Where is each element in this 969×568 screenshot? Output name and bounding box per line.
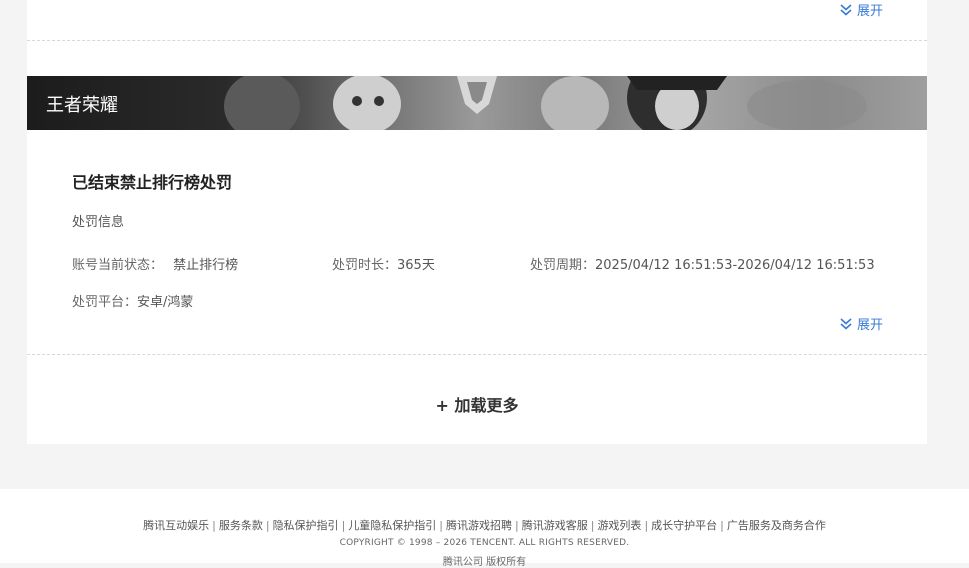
footer-link[interactable]: 成长守护平台 [651, 519, 717, 532]
platform-label: 处罚平台： [72, 295, 138, 310]
footer-link[interactable]: 腾讯游戏客服 [522, 519, 588, 532]
status-label: 账号当前状态： [72, 258, 164, 273]
footer: 腾讯互动娱乐 | 服务条款 | 隐私保护指引 | 儿童隐私保护指引 | 腾讯游戏招聘 | 腾讯游戏客… [0, 489, 969, 568]
divider [27, 354, 927, 355]
account-status-field: 账号当前状态： 禁止排行榜 [72, 254, 238, 273]
footer-link[interactable]: 隐私保护指引 [273, 519, 339, 532]
footer-link[interactable]: 游戏列表 [597, 519, 641, 532]
double-chevron-down-icon [840, 3, 852, 16]
record-expand-button[interactable]: 展开 [839, 314, 883, 333]
punishment-records-card: 展开 王者荣耀 已结束禁止排行榜处罚 处罚信息 账号当前状态： 禁止排行榜 处罚… [27, 0, 927, 444]
game-banner-art [224, 76, 867, 130]
footer-links: 腾讯互动娱乐 | 服务条款 | 隐私保护指引 | 儿童隐私保护指引 | 腾讯游戏招聘 | 腾讯游戏客… [143, 519, 826, 532]
game-title: 王者荣耀 [46, 95, 118, 116]
copyright-text: COPYRIGHT © 1998 – 2026 TENCENT. ALL RIG… [339, 538, 630, 548]
duration-field: 处罚时长：365天 [332, 254, 435, 273]
game-banner: 王者荣耀 [27, 76, 927, 130]
load-more-button[interactable]: + 加载更多 [27, 392, 927, 416]
divider [27, 40, 927, 41]
platform-value: 安卓/鸿蒙 [137, 295, 194, 310]
platform-field: 处罚平台：安卓/鸿蒙 [72, 291, 193, 310]
footer-link[interactable]: 服务条款 [219, 519, 263, 532]
footer-link[interactable]: 广告服务及商务合作 [727, 519, 826, 532]
section-label: 处罚信息 [72, 215, 125, 230]
record-title: 已结束禁止排行榜处罚 [72, 173, 233, 192]
double-chevron-down-icon [840, 317, 852, 330]
top-record-expand-button[interactable]: 展开 [839, 0, 883, 19]
company-text: 腾讯公司 版权所有 [442, 557, 527, 568]
status-value: 禁止排行榜 [173, 258, 239, 273]
duration-value: 365天 [397, 258, 435, 273]
footer-link[interactable]: 腾讯互动娱乐 [143, 519, 209, 532]
footer-link[interactable]: 腾讯游戏招聘 [446, 519, 512, 532]
expand-label: 展开 [856, 318, 883, 333]
period-value: 2025/04/12 16:51:53-2026/04/12 16:51:53 [595, 258, 875, 273]
period-field: 处罚周期：2025/04/12 16:51:53-2026/04/12 16:5… [530, 254, 875, 273]
footer-link[interactable]: 儿童隐私保护指引 [348, 519, 436, 532]
period-label: 处罚周期： [530, 258, 596, 273]
duration-label: 处罚时长： [332, 258, 398, 273]
expand-label: 展开 [856, 4, 883, 19]
